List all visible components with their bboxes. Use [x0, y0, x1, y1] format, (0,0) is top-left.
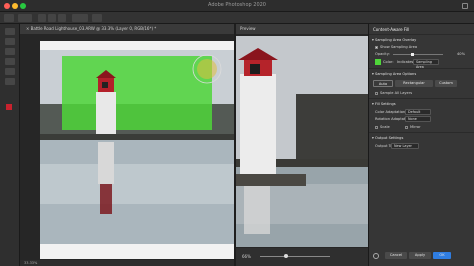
move-tool-icon[interactable]: [5, 28, 15, 35]
brush-tool-icon[interactable]: [5, 78, 15, 85]
custom-button[interactable]: Custom: [435, 80, 457, 87]
brush-size-field[interactable]: [72, 14, 88, 22]
scale-checkbox[interactable]: Scale: [375, 125, 390, 129]
new-selection-icon[interactable]: [38, 14, 46, 22]
checkbox-checked-icon: [375, 45, 378, 49]
indicates-label: Indicates:: [397, 60, 415, 64]
panel-title: Content-Aware Fill: [373, 27, 410, 32]
reset-icon[interactable]: [373, 253, 379, 259]
marquee-tool-icon[interactable]: [5, 38, 15, 45]
preview-tab[interactable]: Preview: [236, 24, 368, 34]
divider: [369, 98, 474, 99]
auto-button[interactable]: Auto: [373, 80, 393, 87]
output-to-select[interactable]: New Layer: [391, 143, 419, 149]
tools-panel: [0, 24, 20, 266]
apply-button[interactable]: Apply: [409, 252, 431, 259]
workspace-icon[interactable]: [462, 3, 468, 9]
cancel-button[interactable]: Cancel: [385, 252, 407, 259]
preview-pane[interactable]: 66%: [236, 34, 368, 266]
overlay-color-swatch[interactable]: [375, 59, 381, 65]
preview-zoom-slider[interactable]: [260, 256, 330, 257]
checkbox-unchecked-icon: [375, 125, 378, 129]
sample-all-layers-checkbox[interactable]: Sample All Layers: [375, 91, 412, 95]
opacity-slider-handle[interactable]: [411, 53, 414, 56]
home-icon[interactable]: [4, 14, 14, 22]
sampling-overlay-label: Sampling Area Overlay: [374, 38, 417, 42]
divider: [369, 132, 474, 133]
color-label: Color:: [383, 60, 394, 64]
scale-label: Scale: [380, 125, 390, 129]
show-sampling-area-checkbox[interactable]: Show Sampling Area: [375, 45, 417, 49]
fill-settings-section-title[interactable]: ▾ Fill Settings: [372, 102, 396, 106]
tool-preset-picker[interactable]: [18, 14, 32, 22]
zoom-tool-icon[interactable]: [5, 68, 15, 75]
sampling-overlay-section-title[interactable]: ▾ Sampling Area Overlay: [372, 38, 416, 42]
ok-button[interactable]: OK: [433, 252, 451, 259]
divider: [369, 34, 474, 35]
rotation-adaptation-select[interactable]: None: [405, 116, 431, 122]
preview-zoom-label: 66%: [242, 254, 251, 259]
preview-footer: 66%: [236, 248, 368, 266]
checkbox-unchecked-icon: [375, 91, 378, 95]
preview-image: [236, 36, 368, 247]
document-canvas[interactable]: [20, 34, 234, 266]
status-bar: 33.33%: [20, 260, 234, 266]
mirror-label: Mirror: [410, 125, 421, 129]
sampling-options-label: Sampling Area Options: [374, 72, 417, 76]
zoom-level[interactable]: 33.33%: [24, 261, 37, 265]
title-bar: Adobe Photoshop 2020: [0, 0, 474, 12]
hand-tool-icon[interactable]: [5, 58, 15, 65]
brush-settings-icon[interactable]: [92, 14, 102, 22]
lasso-tool-icon[interactable]: [5, 48, 15, 55]
indicates-select[interactable]: Sampling Area: [413, 59, 439, 69]
sample-all-layers-label: Sample All Layers: [380, 91, 413, 95]
window-title: Adobe Photoshop 2020: [208, 2, 266, 8]
subtract-selection-icon[interactable]: [58, 14, 66, 22]
mirror-checkbox[interactable]: Mirror: [405, 125, 421, 129]
opacity-slider[interactable]: [393, 54, 443, 55]
document-tab[interactable]: × Battle Road Lighthouse_03.ARW @ 33.3% …: [20, 24, 234, 34]
color-adaptation-select[interactable]: Default: [405, 109, 431, 115]
foreground-color-swatch[interactable]: [6, 104, 12, 110]
output-settings-label: Output Settings: [374, 136, 404, 140]
content-aware-fill-panel: Content-Aware Fill ▾ Sampling Area Overl…: [368, 24, 474, 266]
options-bar: [0, 12, 474, 24]
checkbox-unchecked-icon: [405, 125, 408, 129]
canvas-image: [40, 41, 234, 259]
show-sampling-area-label: Show Sampling Area: [380, 45, 418, 49]
rectangular-button[interactable]: Rectangular: [395, 80, 433, 87]
opacity-value[interactable]: 40%: [457, 52, 465, 56]
output-settings-section-title[interactable]: ▾ Output Settings: [372, 136, 403, 140]
add-selection-icon[interactable]: [48, 14, 56, 22]
color-adaptation-label: Color Adaptation:: [375, 110, 407, 114]
sampling-options-section-title[interactable]: ▾ Sampling Area Options: [372, 72, 416, 76]
opacity-label: Opacity:: [375, 52, 390, 56]
preview-zoom-handle[interactable]: [284, 254, 288, 258]
fill-settings-label: Fill Settings: [374, 102, 396, 106]
divider: [369, 68, 474, 69]
